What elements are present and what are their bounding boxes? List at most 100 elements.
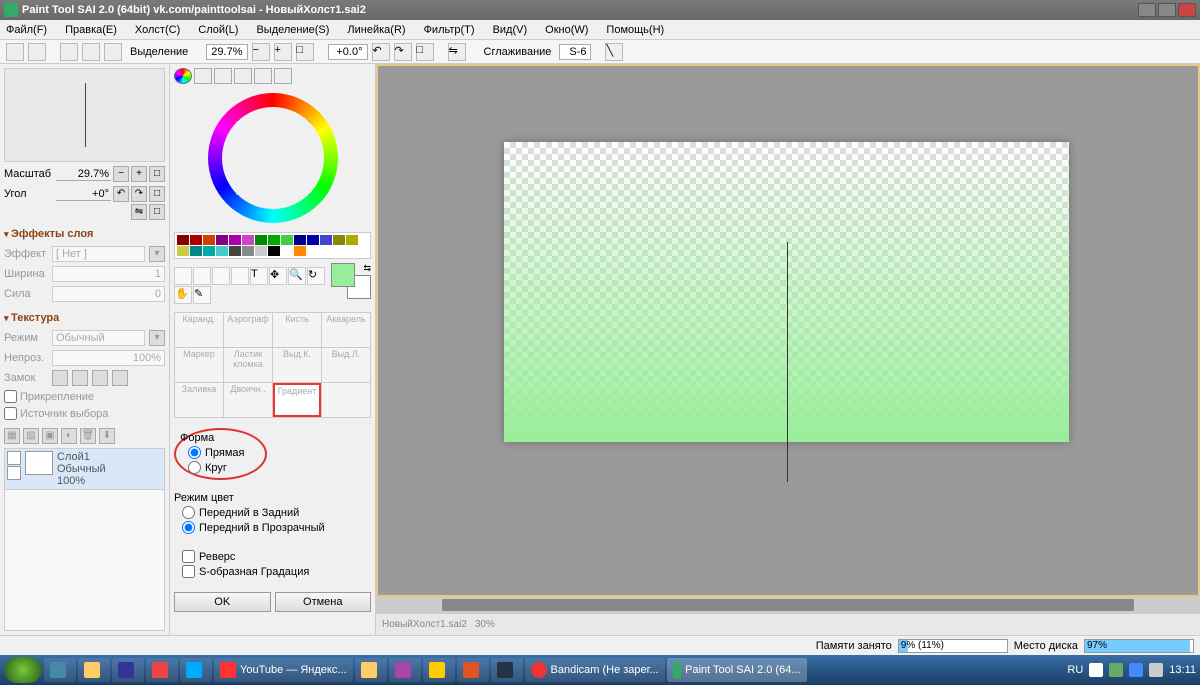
menu-layer[interactable]: Слой(L) bbox=[198, 24, 238, 36]
swatch[interactable] bbox=[268, 235, 280, 245]
shape-line-radio[interactable] bbox=[188, 446, 201, 459]
opacity-field[interactable]: 100% bbox=[52, 350, 165, 366]
taskbar-pin-1[interactable] bbox=[44, 658, 76, 682]
brush-empty[interactable] bbox=[322, 383, 370, 417]
h-scrollbar[interactable] bbox=[376, 597, 1200, 613]
taskbar-pin-7[interactable] bbox=[389, 658, 421, 682]
menu-selection[interactable]: Выделение(S) bbox=[256, 24, 329, 36]
color-mixer-mode[interactable] bbox=[234, 68, 252, 84]
start-button[interactable] bbox=[4, 657, 42, 683]
invert-sel-button[interactable] bbox=[82, 43, 100, 61]
lang-indicator[interactable]: RU bbox=[1067, 664, 1083, 676]
swatch[interactable] bbox=[307, 235, 319, 245]
swatch[interactable] bbox=[229, 235, 241, 245]
color-wheel[interactable] bbox=[174, 88, 371, 228]
redo-button[interactable] bbox=[28, 43, 46, 61]
taskbar-pin-2[interactable] bbox=[78, 658, 110, 682]
swatch[interactable] bbox=[255, 235, 267, 245]
brush-Ластик кломка[interactable]: Ластик кломка bbox=[224, 348, 272, 382]
swatch[interactable] bbox=[268, 246, 280, 256]
scale-minus[interactable]: − bbox=[113, 166, 129, 182]
taskbar-bandicam[interactable]: Bandicam (Не зарег... bbox=[525, 658, 665, 682]
angle-reset[interactable]: □ bbox=[149, 186, 165, 202]
swatch[interactable] bbox=[203, 235, 215, 245]
shape-circle-radio[interactable] bbox=[188, 461, 201, 474]
swatch[interactable] bbox=[216, 235, 228, 245]
brush-Аэрограф[interactable]: Аэрограф bbox=[224, 313, 272, 347]
swatch[interactable] bbox=[333, 235, 345, 245]
flip-h-button[interactable]: ⇋ bbox=[448, 43, 466, 61]
menu-canvas[interactable]: Холст(C) bbox=[135, 24, 180, 36]
lock-alpha-icon[interactable] bbox=[112, 370, 128, 386]
eyedropper-tool[interactable]: ✎ bbox=[193, 286, 211, 304]
canvas[interactable] bbox=[504, 142, 1069, 442]
menu-view[interactable]: Вид(V) bbox=[493, 24, 528, 36]
zoom-field[interactable]: 29.7% bbox=[206, 44, 247, 60]
taskbar-pin-6[interactable] bbox=[355, 658, 387, 682]
clock[interactable]: 13:11 bbox=[1169, 664, 1196, 676]
color-scratch-mode[interactable] bbox=[274, 68, 292, 84]
swatch[interactable] bbox=[346, 235, 358, 245]
new-layer-button[interactable]: ▦ bbox=[4, 428, 20, 444]
rotate-cw-button[interactable]: ↷ bbox=[394, 43, 412, 61]
move-tool[interactable]: ✥ bbox=[269, 267, 287, 285]
texture-header[interactable]: Текстура bbox=[4, 312, 165, 324]
swatch[interactable] bbox=[190, 235, 202, 245]
rect-select-tool[interactable] bbox=[174, 267, 192, 285]
swatch[interactable] bbox=[281, 235, 293, 245]
taskbar-pin-3[interactable] bbox=[112, 658, 144, 682]
swatch[interactable] bbox=[229, 246, 241, 256]
swatch[interactable] bbox=[294, 235, 306, 245]
angle-cw[interactable]: ↷ bbox=[131, 186, 147, 202]
nav-extra-button[interactable]: □ bbox=[149, 204, 165, 220]
reverse-checkbox[interactable] bbox=[182, 550, 195, 563]
cancel-button[interactable]: Отмена bbox=[275, 592, 372, 612]
taskbar-pin-8[interactable] bbox=[423, 658, 455, 682]
deselect-button[interactable] bbox=[60, 43, 78, 61]
menu-ruler[interactable]: Линейка(R) bbox=[347, 24, 405, 36]
swap-colors-icon[interactable]: ⇆ bbox=[363, 263, 371, 274]
rotate-tool[interactable]: ↻ bbox=[307, 267, 325, 285]
layer-lock-icon[interactable] bbox=[7, 466, 21, 480]
ok-button[interactable]: OK bbox=[174, 592, 271, 612]
swatch[interactable] bbox=[190, 246, 202, 256]
scurve-checkbox[interactable] bbox=[182, 565, 195, 578]
lock-move-icon[interactable] bbox=[92, 370, 108, 386]
selection-source-checkbox[interactable] bbox=[4, 407, 17, 420]
swatch[interactable] bbox=[281, 246, 293, 256]
fg-color[interactable] bbox=[331, 263, 355, 287]
rotation-field[interactable]: +0.0° bbox=[328, 44, 368, 60]
lasso-tool[interactable] bbox=[193, 267, 211, 285]
layer-visibility-icon[interactable] bbox=[7, 451, 21, 465]
layer-list[interactable]: Слой1 Обычный 100% bbox=[4, 448, 165, 631]
new-folder-button[interactable]: ▣ bbox=[42, 428, 58, 444]
color-rgb-mode[interactable] bbox=[194, 68, 212, 84]
mask-button[interactable]: ◐ bbox=[61, 428, 77, 444]
taskbar-youtube[interactable]: YouTube — Яндекс... bbox=[214, 658, 353, 682]
brush-Акварель[interactable]: Акварель bbox=[322, 313, 370, 347]
magic-wand-tool[interactable] bbox=[212, 267, 230, 285]
mode-ft-radio[interactable] bbox=[182, 521, 195, 534]
menu-window[interactable]: Окно(W) bbox=[545, 24, 588, 36]
effect-width-field[interactable]: 1 bbox=[52, 266, 165, 282]
swatch[interactable] bbox=[242, 235, 254, 245]
taskbar-pin-5[interactable] bbox=[180, 658, 212, 682]
delete-layer-button[interactable]: 🗑 bbox=[80, 428, 96, 444]
swatch[interactable] bbox=[177, 246, 189, 256]
text-tool[interactable]: T bbox=[250, 267, 268, 285]
color-wheel-mode[interactable] bbox=[174, 68, 192, 84]
minimize-button[interactable] bbox=[1138, 3, 1156, 17]
rotate-ccw-button[interactable]: ↶ bbox=[372, 43, 390, 61]
zoom-out-button[interactable]: − bbox=[252, 43, 270, 61]
swatch[interactable] bbox=[242, 246, 254, 256]
close-button[interactable] bbox=[1178, 3, 1196, 17]
zoom-in-button[interactable]: + bbox=[274, 43, 292, 61]
taskbar-pin-4[interactable] bbox=[146, 658, 178, 682]
blend-mode-field[interactable]: Обычный bbox=[52, 330, 145, 346]
scale-reset[interactable]: □ bbox=[149, 166, 165, 182]
brush-Заливка[interactable]: Заливка bbox=[175, 383, 223, 417]
effect-dropdown[interactable]: ▾ bbox=[149, 246, 165, 262]
blend-dropdown[interactable]: ▾ bbox=[149, 330, 165, 346]
menu-edit[interactable]: Правка(E) bbox=[65, 24, 117, 36]
brush-Выд.Л.[interactable]: Выд.Л. bbox=[322, 348, 370, 382]
